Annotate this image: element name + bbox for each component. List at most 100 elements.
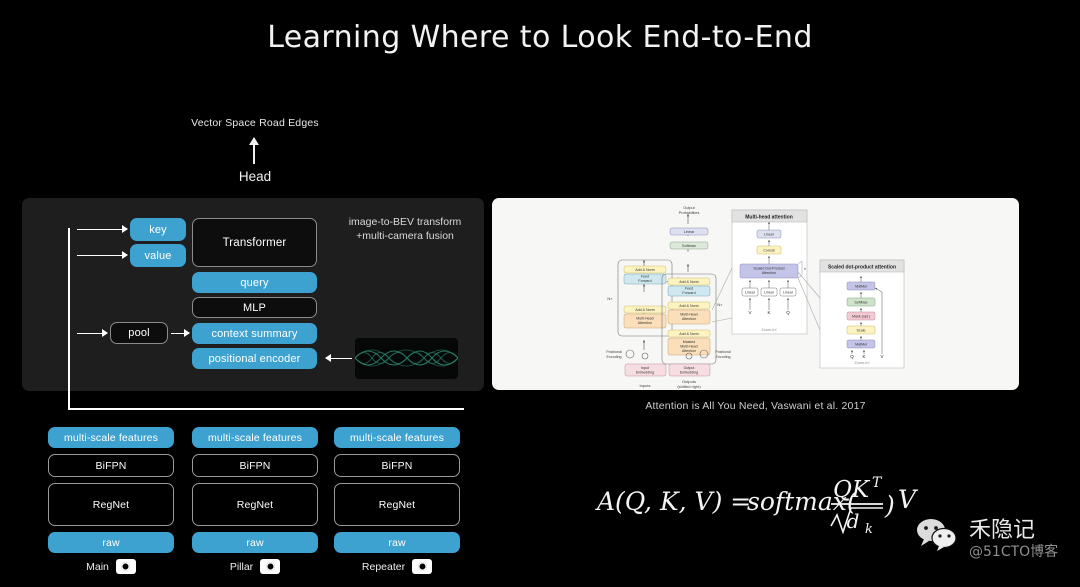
camera-label-main: Main xyxy=(86,560,109,573)
svg-text:Masked: Masked xyxy=(683,340,696,344)
svg-text:(shifted right): (shifted right) xyxy=(677,384,701,389)
camera-label-pillar: Pillar xyxy=(229,560,254,573)
block-multi-scale-features[interactable]: multi-scale features xyxy=(192,427,318,448)
block-regnet[interactable]: RegNet xyxy=(192,483,318,526)
svg-text:Positional: Positional xyxy=(606,350,622,354)
svg-text:Embedding: Embedding xyxy=(636,371,654,375)
block-raw[interactable]: raw xyxy=(192,532,318,553)
block-bifpn[interactable]: BiFPN xyxy=(192,454,318,477)
block-raw[interactable]: raw xyxy=(334,532,460,553)
node-positional-encoder[interactable]: positional encoder xyxy=(192,348,317,369)
svg-text:Linear: Linear xyxy=(745,291,756,295)
block-multi-scale-features[interactable]: multi-scale features xyxy=(48,427,174,448)
camera-column-pillar: multi-scale features BiFPN RegNet raw Pi… xyxy=(192,427,318,574)
svg-text:Q: Q xyxy=(786,310,790,315)
wechat-icon xyxy=(915,518,961,557)
svg-text:Forward: Forward xyxy=(638,279,651,283)
watermark-handle: @51CTO博客 xyxy=(969,544,1059,560)
block-bifpn[interactable]: BiFPN xyxy=(334,454,460,477)
svg-text:Concat: Concat xyxy=(763,249,774,253)
svg-text:Add & Norm: Add & Norm xyxy=(635,308,655,312)
bev-annotation-line1: image-to-BEV transform xyxy=(348,216,462,228)
svg-text:Probabilities: Probabilities xyxy=(679,211,700,215)
svg-text:Q: Q xyxy=(850,354,854,359)
node-context-summary[interactable]: context summary xyxy=(192,323,317,344)
svg-text:Linear: Linear xyxy=(764,291,775,295)
watermark-text: 禾隐记 @51CTO博客 xyxy=(969,518,1058,560)
camera-column-repeater: multi-scale features BiFPN RegNet raw Re… xyxy=(334,427,460,574)
node-query[interactable]: query xyxy=(192,272,317,293)
block-regnet[interactable]: RegNet xyxy=(334,483,460,526)
arrow-pool-to-context xyxy=(171,330,190,337)
camera-row-pillar: Pillar xyxy=(192,559,318,574)
camera-icon xyxy=(260,559,281,574)
camera-row-repeater: Repeater xyxy=(334,559,460,574)
svg-text:Output: Output xyxy=(684,366,695,370)
svg-text:Add & Norm: Add & Norm xyxy=(679,332,699,336)
node-mlp[interactable]: MLP xyxy=(192,297,317,318)
arrow-to-key xyxy=(77,226,128,233)
camera-label-repeater: Repeater xyxy=(361,560,406,573)
svg-text:N×: N× xyxy=(607,296,613,301)
svg-text:MatMul: MatMul xyxy=(855,343,867,347)
bev-annotation: image-to-BEV transform +multi-camera fus… xyxy=(330,216,480,243)
node-pool[interactable]: pool xyxy=(110,322,168,344)
camera-icon xyxy=(115,559,136,574)
svg-text:Linear: Linear xyxy=(783,291,794,295)
node-value[interactable]: value xyxy=(130,244,186,267)
up-arrow-icon xyxy=(249,137,259,164)
svg-text:Encoding: Encoding xyxy=(716,355,731,359)
svg-text:Attention: Attention xyxy=(762,271,776,275)
svg-text:Linear: Linear xyxy=(764,233,775,237)
block-multi-scale-features[interactable]: multi-scale features xyxy=(334,427,460,448)
svg-text:Multi-Head: Multi-Head xyxy=(680,345,697,349)
svg-text:Encoding: Encoding xyxy=(607,355,622,359)
svg-text:Scaled dot-product attention: Scaled dot-product attention xyxy=(828,265,896,271)
node-transformer[interactable]: Transformer xyxy=(192,218,317,267)
transformer-architecture-figure: Feed Forward Add & Norm Multi-Head Attenti… xyxy=(492,198,1019,390)
svg-text:Multi-Head: Multi-Head xyxy=(680,313,697,317)
page-title: Learning Where to Look End-to-End xyxy=(267,20,813,55)
svg-text:Scale: Scale xyxy=(857,329,866,333)
svg-text:h: h xyxy=(804,267,806,271)
svg-text:Add & Norm: Add & Norm xyxy=(679,280,699,284)
svg-text:d: d xyxy=(847,509,860,533)
svg-text:Zoom-In!: Zoom-In! xyxy=(761,328,776,332)
svg-text:V: V xyxy=(898,485,919,514)
feature-bus-vertical xyxy=(68,228,70,410)
svg-text:Mask (opt.): Mask (opt.) xyxy=(852,315,870,319)
arrow-to-value xyxy=(77,252,128,259)
svg-text:Inputs: Inputs xyxy=(640,383,651,388)
svg-text:k: k xyxy=(865,522,873,536)
camera-row-main: Main xyxy=(48,559,174,574)
svg-text:Forward: Forward xyxy=(682,291,695,295)
svg-text:Linear: Linear xyxy=(684,230,695,234)
attention-formula: A(Q, K, V) = softmax( QK T d k ) V xyxy=(580,468,940,542)
block-bifpn[interactable]: BiFPN xyxy=(48,454,174,477)
svg-text:K: K xyxy=(767,310,770,315)
bev-annotation-line2: +multi-camera fusion xyxy=(356,229,454,242)
svg-text:SoftMax: SoftMax xyxy=(854,301,867,305)
camera-column-main: multi-scale features BiFPN RegNet raw Ma… xyxy=(48,427,174,574)
svg-text:T: T xyxy=(872,475,883,491)
svg-text:Attention: Attention xyxy=(682,317,696,321)
watermark: 禾隐记 @51CTO博客 xyxy=(915,518,1058,560)
svg-text:V: V xyxy=(748,310,751,315)
svg-text:Add & Norm: Add & Norm xyxy=(635,268,655,272)
sinusoid-positional-encoding-swatch xyxy=(355,338,458,379)
svg-text:QK: QK xyxy=(833,477,871,503)
svg-text:K: K xyxy=(862,354,865,359)
node-key[interactable]: key xyxy=(130,218,186,241)
camera-icon xyxy=(412,559,433,574)
head-block-label: Head xyxy=(238,169,272,184)
svg-text:A(Q, K, V) =: A(Q, K, V) = xyxy=(595,487,751,516)
svg-text:Attention: Attention xyxy=(682,349,696,353)
block-raw[interactable]: raw xyxy=(48,532,174,553)
svg-text:Attention: Attention xyxy=(638,321,652,325)
svg-text:Multi-Head: Multi-Head xyxy=(636,317,653,321)
paper-citation-caption: Attention is All You Need, Vaswani et al… xyxy=(645,400,866,412)
block-regnet[interactable]: RegNet xyxy=(48,483,174,526)
feature-bus-horizontal xyxy=(68,408,464,410)
svg-text:V: V xyxy=(880,354,883,359)
svg-text:Output: Output xyxy=(683,206,695,210)
